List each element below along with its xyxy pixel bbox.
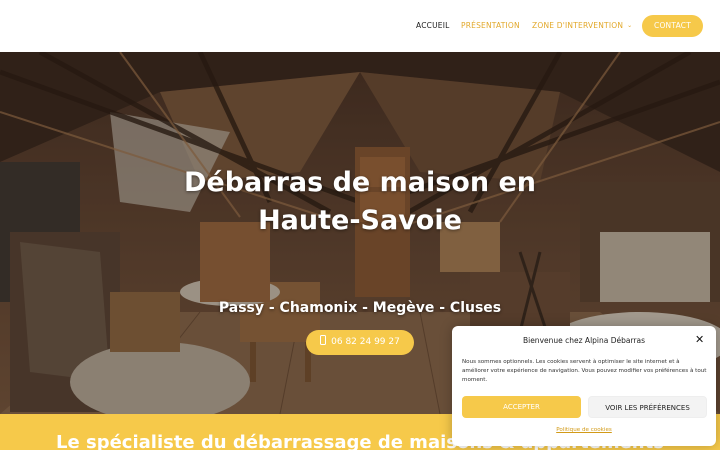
cookie-dialog-text: Nous sommes optionnels. Les cookies serv… <box>462 359 707 383</box>
hero-title-line1: Débarras de maison en <box>183 167 536 198</box>
nav-item-presentation[interactable]: PRÉSENTATION <box>461 21 520 30</box>
nav-item-zone-intervention[interactable]: ZONE D'INTERVENTION ⌄ <box>532 21 632 30</box>
chevron-down-icon: ⌄ <box>627 22 633 29</box>
site-header: ACCUEIL PRÉSENTATION ZONE D'INTERVENTION… <box>0 0 720 52</box>
contact-button[interactable]: CONTACT <box>642 15 703 37</box>
mobile-phone-icon <box>320 335 327 345</box>
phone-number: 06 82 24 99 27 <box>331 337 400 347</box>
hero-title: Débarras de maison en Haute-Savoie <box>0 164 720 240</box>
cookie-dialog-title: Bienvenue chez Alpina Débarras <box>522 336 646 345</box>
cookie-policy-link[interactable]: Politique de cookies <box>452 427 716 433</box>
cookie-consent-dialog: Bienvenue chez Alpina Débarras ✕ Nous so… <box>452 326 716 446</box>
hero-title-line2: Haute-Savoie <box>258 205 462 236</box>
view-preferences-button[interactable]: VOIR LES PRÉFÉRENCES <box>588 396 707 418</box>
phone-button[interactable]: 06 82 24 99 27 <box>306 330 414 355</box>
nav-item-accueil[interactable]: ACCUEIL <box>416 21 450 30</box>
main-nav: ACCUEIL PRÉSENTATION ZONE D'INTERVENTION… <box>0 0 720 52</box>
accept-cookies-button[interactable]: ACCEPTER <box>462 396 581 418</box>
hero-subtitle: Passy - Chamonix - Megève - Cluses <box>218 300 502 316</box>
nav-item-zone-label: ZONE D'INTERVENTION <box>532 21 624 30</box>
close-icon[interactable]: ✕ <box>695 334 704 345</box>
